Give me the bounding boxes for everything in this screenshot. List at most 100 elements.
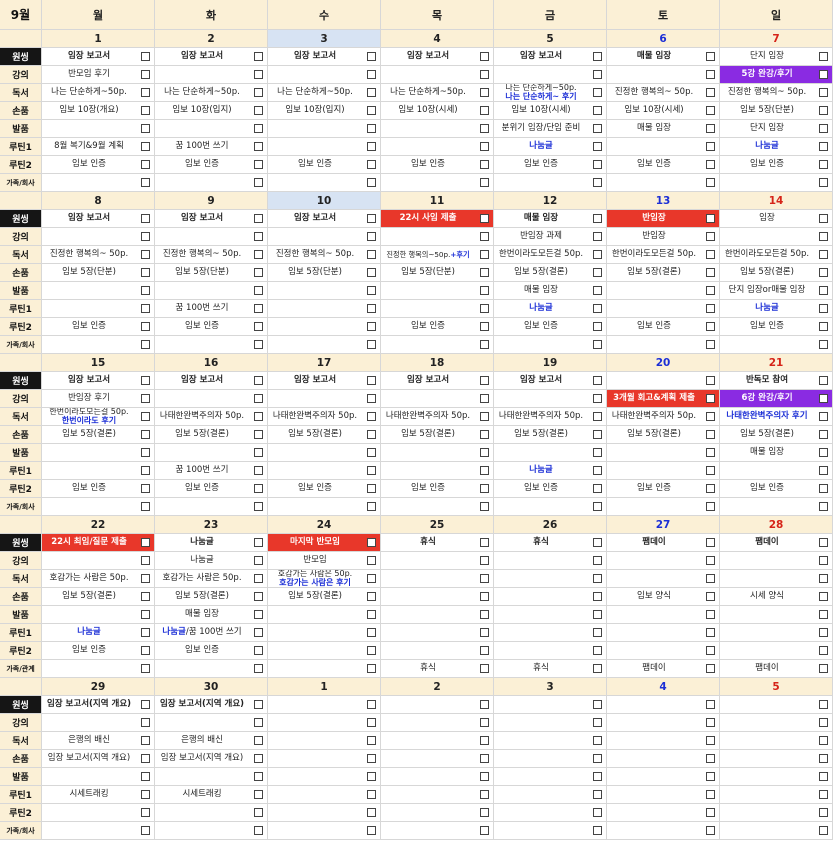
task-checkbox[interactable] <box>819 123 828 133</box>
task-checkbox[interactable] <box>254 141 263 151</box>
task-checkbox[interactable] <box>367 303 376 313</box>
task-checkbox[interactable] <box>480 69 489 79</box>
task-checkbox[interactable] <box>254 825 263 835</box>
task-checkbox[interactable] <box>254 501 263 511</box>
task-checkbox[interactable] <box>141 393 150 403</box>
task-checkbox[interactable] <box>141 303 150 313</box>
task-checkbox[interactable] <box>141 501 150 511</box>
task-checkbox[interactable] <box>706 303 715 313</box>
task-checkbox[interactable] <box>819 51 828 61</box>
task-checkbox[interactable] <box>593 393 602 403</box>
task-checkbox[interactable] <box>367 87 376 97</box>
task-checkbox[interactable] <box>706 141 715 151</box>
task-checkbox[interactable] <box>367 627 376 637</box>
task-checkbox[interactable] <box>254 411 263 421</box>
task-checkbox[interactable] <box>819 789 828 799</box>
task-checkbox[interactable] <box>367 321 376 331</box>
task-checkbox[interactable] <box>706 501 715 511</box>
task-checkbox[interactable] <box>367 609 376 619</box>
task-checkbox[interactable] <box>819 213 828 223</box>
task-checkbox[interactable] <box>819 483 828 493</box>
task-checkbox[interactable] <box>819 267 828 277</box>
task-checkbox[interactable] <box>367 555 376 565</box>
task-checkbox[interactable] <box>254 591 263 601</box>
task-checkbox[interactable] <box>254 159 263 169</box>
task-checkbox[interactable] <box>480 609 489 619</box>
task-checkbox[interactable] <box>593 699 602 709</box>
task-checkbox[interactable] <box>706 825 715 835</box>
task-checkbox[interactable] <box>593 411 602 421</box>
task-checkbox[interactable] <box>480 465 489 475</box>
task-checkbox[interactable] <box>706 249 715 259</box>
task-checkbox[interactable] <box>367 105 376 115</box>
task-checkbox[interactable] <box>367 141 376 151</box>
task-checkbox[interactable] <box>367 573 376 583</box>
task-checkbox[interactable] <box>367 177 376 187</box>
task-checkbox[interactable] <box>593 627 602 637</box>
task-checkbox[interactable] <box>480 771 489 781</box>
task-checkbox[interactable] <box>480 231 489 241</box>
task-checkbox[interactable] <box>819 699 828 709</box>
task-checkbox[interactable] <box>480 105 489 115</box>
task-checkbox[interactable] <box>706 321 715 331</box>
task-checkbox[interactable] <box>141 339 150 349</box>
task-checkbox[interactable] <box>254 231 263 241</box>
task-checkbox[interactable] <box>254 69 263 79</box>
task-checkbox[interactable] <box>593 663 602 673</box>
task-checkbox[interactable] <box>254 375 263 385</box>
task-checkbox[interactable] <box>593 807 602 817</box>
task-checkbox[interactable] <box>593 447 602 457</box>
task-checkbox[interactable] <box>254 807 263 817</box>
task-checkbox[interactable] <box>593 375 602 385</box>
task-checkbox[interactable] <box>593 789 602 799</box>
task-checkbox[interactable] <box>706 375 715 385</box>
task-checkbox[interactable] <box>480 555 489 565</box>
task-checkbox[interactable] <box>367 447 376 457</box>
task-checkbox[interactable] <box>254 627 263 637</box>
task-checkbox[interactable] <box>367 393 376 403</box>
task-checkbox[interactable] <box>819 771 828 781</box>
task-checkbox[interactable] <box>480 789 489 799</box>
task-checkbox[interactable] <box>819 573 828 583</box>
task-checkbox[interactable] <box>367 69 376 79</box>
task-checkbox[interactable] <box>367 429 376 439</box>
task-checkbox[interactable] <box>367 267 376 277</box>
task-checkbox[interactable] <box>141 375 150 385</box>
task-checkbox[interactable] <box>819 303 828 313</box>
task-checkbox[interactable] <box>593 303 602 313</box>
task-checkbox[interactable] <box>141 123 150 133</box>
task-checkbox[interactable] <box>141 159 150 169</box>
task-checkbox[interactable] <box>706 537 715 547</box>
task-checkbox[interactable] <box>480 663 489 673</box>
task-checkbox[interactable] <box>141 609 150 619</box>
task-checkbox[interactable] <box>706 105 715 115</box>
task-checkbox[interactable] <box>706 591 715 601</box>
task-checkbox[interactable] <box>480 159 489 169</box>
task-checkbox[interactable] <box>254 321 263 331</box>
task-checkbox[interactable] <box>480 645 489 655</box>
task-checkbox[interactable] <box>819 825 828 835</box>
task-checkbox[interactable] <box>141 663 150 673</box>
task-checkbox[interactable] <box>141 213 150 223</box>
task-checkbox[interactable] <box>593 771 602 781</box>
task-checkbox[interactable] <box>593 717 602 727</box>
task-checkbox[interactable] <box>593 735 602 745</box>
task-checkbox[interactable] <box>706 51 715 61</box>
task-checkbox[interactable] <box>254 573 263 583</box>
task-checkbox[interactable] <box>141 267 150 277</box>
task-checkbox[interactable] <box>593 105 602 115</box>
task-checkbox[interactable] <box>819 537 828 547</box>
task-checkbox[interactable] <box>367 465 376 475</box>
task-checkbox[interactable] <box>141 735 150 745</box>
task-checkbox[interactable] <box>593 51 602 61</box>
task-checkbox[interactable] <box>706 699 715 709</box>
task-checkbox[interactable] <box>367 789 376 799</box>
task-checkbox[interactable] <box>367 501 376 511</box>
task-checkbox[interactable] <box>367 375 376 385</box>
task-checkbox[interactable] <box>141 825 150 835</box>
task-checkbox[interactable] <box>819 105 828 115</box>
task-checkbox[interactable] <box>141 645 150 655</box>
task-checkbox[interactable] <box>254 717 263 727</box>
task-checkbox[interactable] <box>254 735 263 745</box>
task-checkbox[interactable] <box>141 285 150 295</box>
